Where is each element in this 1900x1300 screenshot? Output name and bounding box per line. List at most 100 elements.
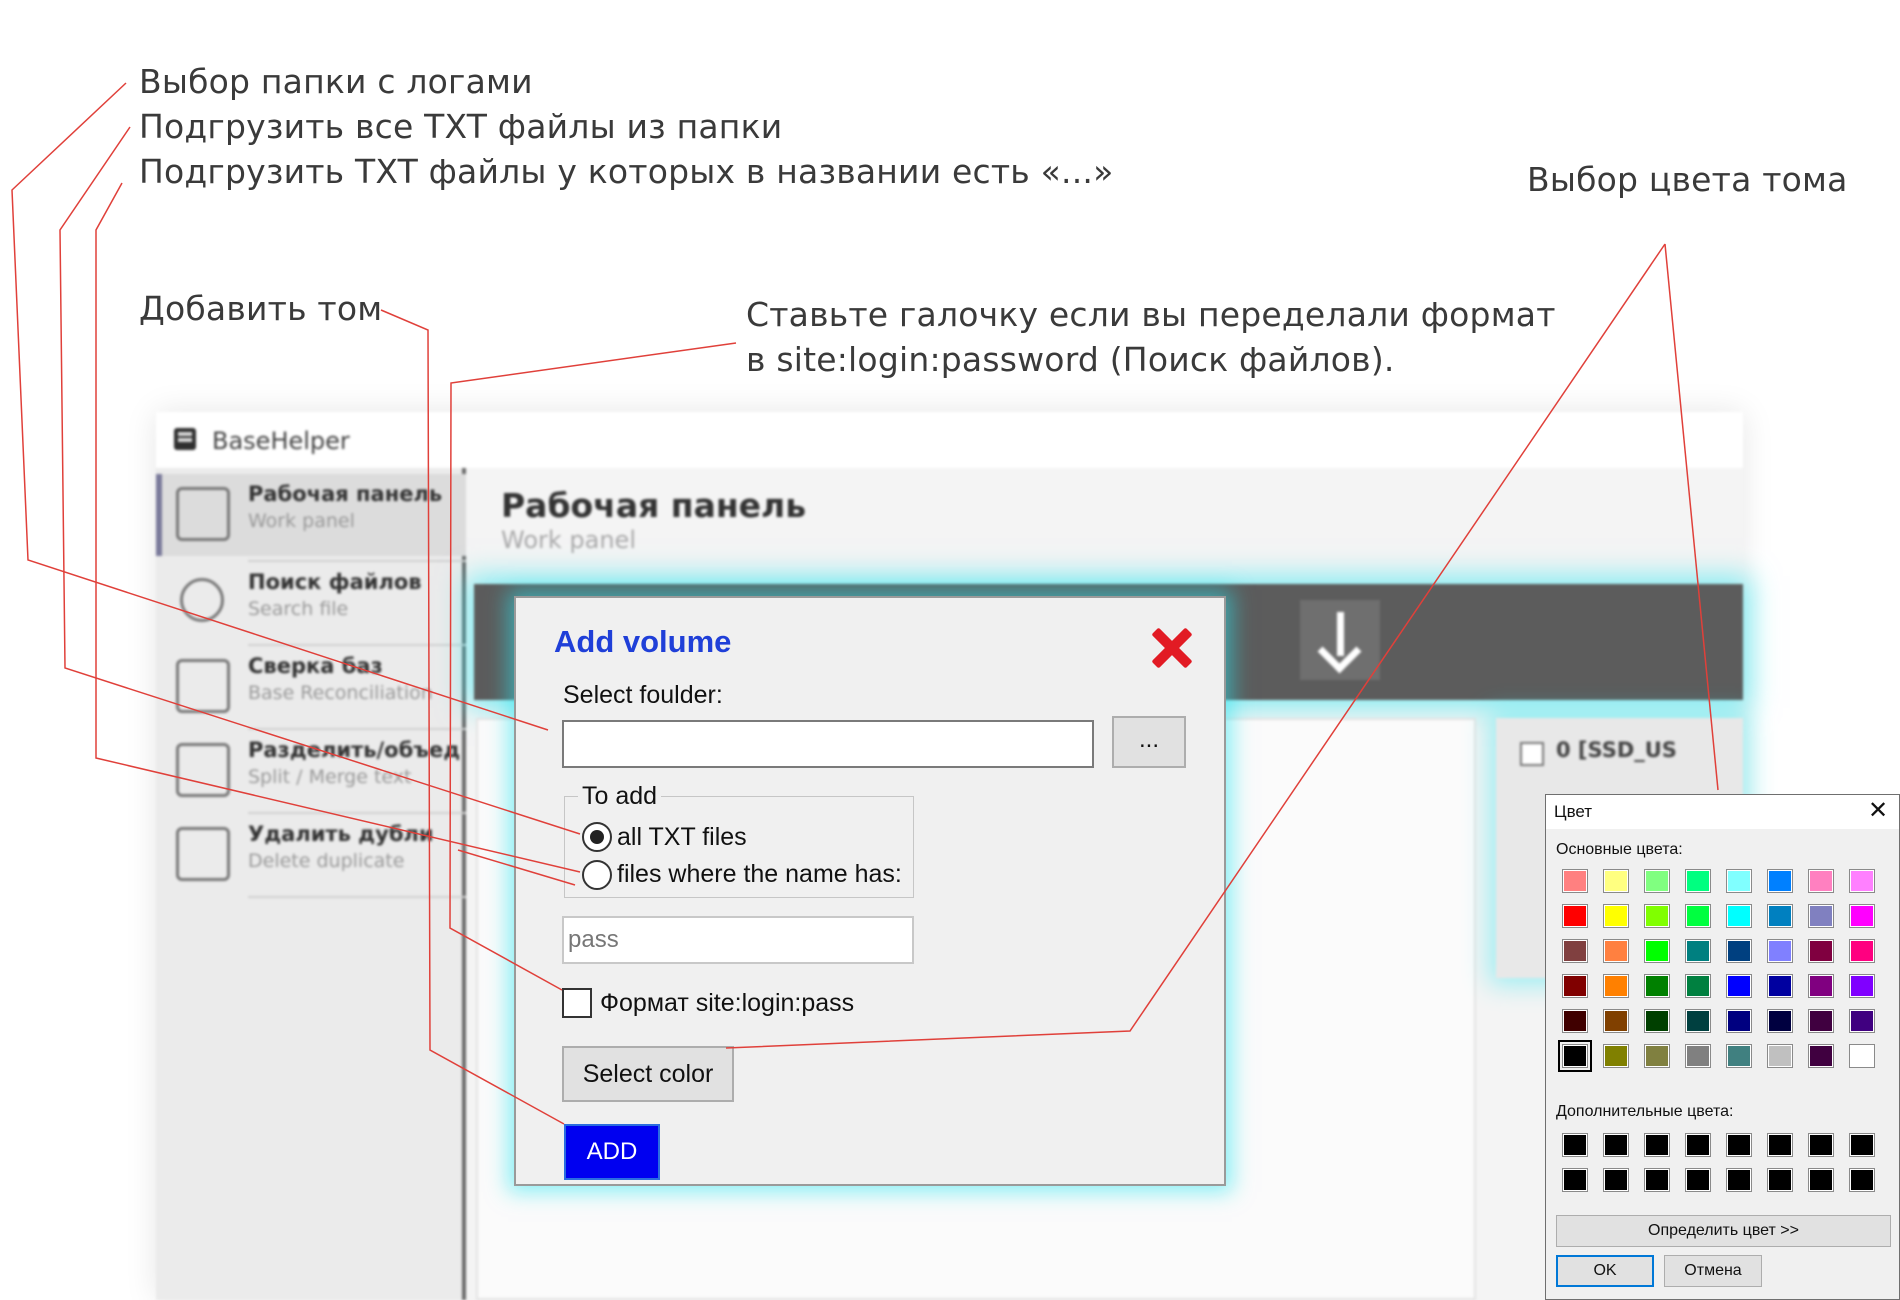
basic-color-swatch[interactable] <box>1685 1044 1711 1068</box>
basic-color-swatch[interactable] <box>1644 869 1670 893</box>
basic-color-swatch[interactable] <box>1726 904 1752 928</box>
sidebar-item-delete-duplicate[interactable]: Удалить дубли Delete duplicate <box>156 814 466 896</box>
basic-color-swatch[interactable] <box>1767 939 1793 963</box>
custom-color-swatch[interactable] <box>1808 1168 1834 1192</box>
define-color-button[interactable]: Определить цвет >> <box>1556 1215 1891 1247</box>
folder-path-input[interactable] <box>562 720 1094 768</box>
basic-color-swatch[interactable] <box>1767 974 1793 998</box>
basic-color-swatch[interactable] <box>1644 1009 1670 1033</box>
app-title: BaseHelper <box>212 427 350 455</box>
basic-color-swatch[interactable] <box>1767 1044 1793 1068</box>
sidebar-item-base-reconciliation[interactable]: Сверка баз Base Reconciliation <box>156 646 466 728</box>
basic-color-swatch[interactable] <box>1808 1009 1834 1033</box>
radio-all-txt[interactable] <box>582 822 612 852</box>
color-dialog-titlebar: Цвет ✕ <box>1546 795 1899 829</box>
custom-color-swatch[interactable] <box>1562 1168 1588 1192</box>
custom-color-swatch[interactable] <box>1685 1168 1711 1192</box>
custom-color-swatch[interactable] <box>1603 1168 1629 1192</box>
basic-color-swatch[interactable] <box>1562 974 1588 998</box>
basic-color-swatch[interactable] <box>1558 1040 1592 1072</box>
basic-color-swatch[interactable] <box>1808 869 1834 893</box>
cancel-button[interactable]: Отмена <box>1664 1255 1762 1287</box>
ok-button[interactable]: OK <box>1556 1255 1654 1287</box>
basic-color-swatch[interactable] <box>1685 974 1711 998</box>
basic-color-swatch[interactable] <box>1767 1009 1793 1033</box>
app-titlebar: BaseHelper <box>156 412 1743 468</box>
radio-name-filter[interactable] <box>582 860 612 890</box>
sidebar-item-search-file[interactable]: Поиск файлов Search file <box>156 562 466 644</box>
basic-color-swatch[interactable] <box>1849 869 1875 893</box>
format-checkbox-label: Формат site:login:pass <box>600 989 855 1017</box>
basic-color-swatch[interactable] <box>1562 869 1588 893</box>
basic-color-swatch[interactable] <box>1767 904 1793 928</box>
basic-color-swatch[interactable] <box>1603 974 1629 998</box>
custom-color-swatch[interactable] <box>1767 1133 1793 1157</box>
browse-folder-button[interactable]: ... <box>1112 716 1186 768</box>
custom-color-swatch[interactable] <box>1726 1168 1752 1192</box>
sidebar-item-split-merge[interactable]: Разделить/объед Split / Merge text <box>156 730 466 812</box>
custom-color-swatch[interactable] <box>1726 1133 1752 1157</box>
basic-color-swatch[interactable] <box>1685 1009 1711 1033</box>
basic-color-swatch[interactable] <box>1849 904 1875 928</box>
compare-icon <box>176 659 230 713</box>
basic-color-swatch[interactable] <box>1603 939 1629 963</box>
basic-color-swatch[interactable] <box>1726 869 1752 893</box>
select-color-button[interactable]: Select color <box>562 1046 734 1102</box>
basic-color-swatch[interactable] <box>1562 904 1588 928</box>
basic-color-swatch[interactable] <box>1603 1009 1629 1033</box>
basic-color-swatch[interactable] <box>1726 939 1752 963</box>
close-icon[interactable]: ✕ <box>1864 799 1892 825</box>
basic-color-swatch[interactable] <box>1726 1044 1752 1068</box>
basic-color-swatch[interactable] <box>1685 869 1711 893</box>
basic-color-swatch[interactable] <box>1603 1044 1629 1068</box>
custom-colors-label: Дополнительные цвета: <box>1556 1103 1734 1120</box>
basic-color-swatch[interactable] <box>1603 904 1629 928</box>
custom-color-swatch[interactable] <box>1644 1133 1670 1157</box>
basic-color-swatch[interactable] <box>1849 939 1875 963</box>
basic-color-swatch[interactable] <box>1808 974 1834 998</box>
basic-color-swatch[interactable] <box>1808 904 1834 928</box>
basic-color-swatch[interactable] <box>1849 974 1875 998</box>
basic-color-swatch[interactable] <box>1726 974 1752 998</box>
basic-color-swatch[interactable] <box>1685 939 1711 963</box>
color-dialog-title: Цвет <box>1554 802 1593 821</box>
basic-colors-grid <box>1558 869 1892 1089</box>
custom-color-swatch[interactable] <box>1767 1168 1793 1192</box>
annotation-format-hint-line2: в site:login:password (Поиск файлов). <box>746 340 1395 379</box>
basic-color-swatch[interactable] <box>1644 974 1670 998</box>
basic-color-swatch[interactable] <box>1603 869 1629 893</box>
download-button[interactable] <box>1300 600 1380 680</box>
page-subtitle: Work panel <box>501 526 636 554</box>
custom-color-swatch[interactable] <box>1808 1133 1834 1157</box>
basic-color-swatch[interactable] <box>1685 904 1711 928</box>
basic-color-swatch[interactable] <box>1849 1044 1875 1068</box>
basic-color-swatch[interactable] <box>1808 1044 1834 1068</box>
radio-all-txt-label: all TXT files <box>617 823 747 851</box>
volume-checkbox[interactable] <box>1520 742 1544 766</box>
basic-color-swatch[interactable] <box>1644 939 1670 963</box>
page-title: Рабочая панель <box>501 486 807 525</box>
custom-color-swatch[interactable] <box>1849 1168 1875 1192</box>
custom-color-swatch[interactable] <box>1562 1133 1588 1157</box>
basic-color-swatch[interactable] <box>1562 939 1588 963</box>
basic-color-swatch[interactable] <box>1726 1009 1752 1033</box>
custom-color-swatch[interactable] <box>1644 1168 1670 1192</box>
split-merge-icon <box>176 743 230 797</box>
add-button[interactable]: ADD <box>564 1124 660 1180</box>
basic-color-swatch[interactable] <box>1808 939 1834 963</box>
basic-color-swatch[interactable] <box>1767 869 1793 893</box>
basic-color-swatch[interactable] <box>1644 904 1670 928</box>
custom-color-swatch[interactable] <box>1603 1133 1629 1157</box>
custom-color-swatch[interactable] <box>1685 1133 1711 1157</box>
custom-color-swatch[interactable] <box>1849 1133 1875 1157</box>
basic-color-swatch[interactable] <box>1849 1009 1875 1033</box>
annotation-format-hint-line1: Ставьте галочку если вы переделали форма… <box>746 295 1556 334</box>
name-filter-input[interactable]: pass <box>562 916 914 964</box>
basic-color-swatch[interactable] <box>1644 1044 1670 1068</box>
folder-label: Select foulder: <box>563 681 723 709</box>
basic-color-swatch[interactable] <box>1562 1009 1588 1033</box>
format-checkbox[interactable] <box>562 988 592 1018</box>
sidebar-item-work-panel[interactable]: Рабочая панель Work panel <box>156 474 466 556</box>
close-icon[interactable] <box>1150 626 1194 670</box>
sidebar-item-title: Разделить/объед <box>248 738 461 762</box>
